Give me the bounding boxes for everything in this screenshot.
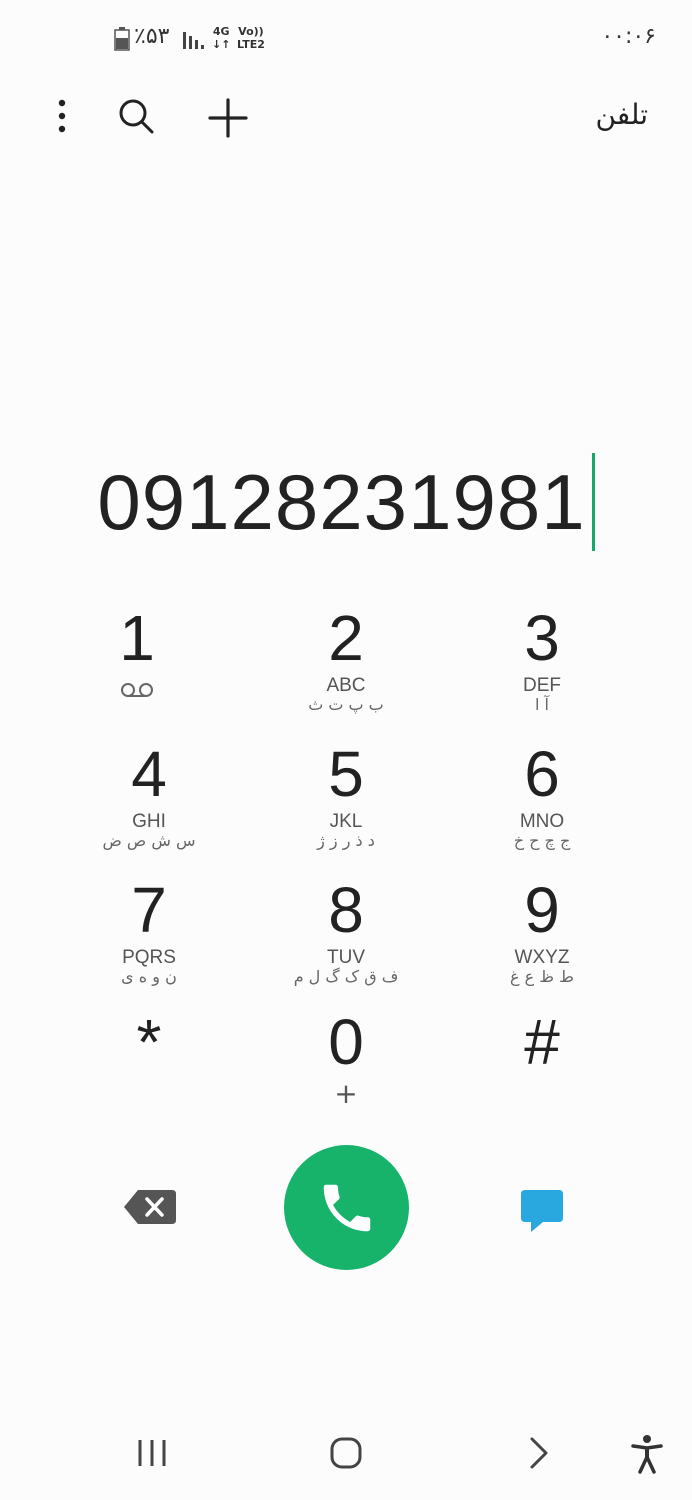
key-plus-label: + (334, 1077, 358, 1110)
network-type-indicator: 4G ↓↑ (212, 25, 231, 51)
back-icon[interactable] (527, 1436, 551, 1470)
volte-indicator: Vo)) LTE2 (237, 25, 265, 51)
key-digit: 3 (524, 602, 560, 674)
text-cursor (591, 453, 595, 551)
key-digit: 2 (328, 602, 364, 674)
accessibility-icon[interactable] (630, 1434, 664, 1474)
key-5[interactable]: 5 JKL د ذ ر ز ژ (261, 736, 431, 866)
call-icon (323, 1184, 370, 1231)
search-icon[interactable] (116, 96, 156, 136)
key-letters: JKL (329, 811, 363, 832)
key-6[interactable]: 6 MNO ج چ ح خ (457, 736, 627, 866)
key-star[interactable]: * (64, 1004, 234, 1134)
battery-icon (114, 27, 130, 51)
key-persian-letters: س ش ص ض (102, 831, 196, 850)
status-bar: ٪۵۳ 4G ↓↑ Vo)) LTE2 ۰۰:۰۶ (0, 0, 692, 80)
key-digit: 4 (131, 738, 167, 810)
more-options-icon[interactable] (46, 96, 78, 136)
key-letters: GHI (132, 811, 166, 832)
key-1[interactable]: 1 (52, 600, 222, 730)
key-persian-letters: آ ا (535, 695, 549, 714)
key-persian-letters: ج چ ح خ (513, 831, 571, 850)
app-title: تلفن (595, 98, 648, 131)
key-digit: 5 (328, 738, 364, 810)
key-7[interactable]: 7 PQRS ن و ه ی (64, 872, 234, 1002)
key-digit: 0 (328, 1006, 364, 1078)
key-digit: 8 (328, 874, 364, 946)
call-button[interactable] (284, 1145, 409, 1270)
add-icon[interactable] (206, 96, 250, 140)
key-persian-letters: ب پ ت ث (308, 695, 384, 714)
navigation-bar (0, 1410, 692, 1500)
key-letters: ABC (326, 675, 366, 696)
clock: ۰۰:۰۶ (601, 24, 656, 49)
number-display[interactable]: 09128231981 (40, 450, 652, 554)
key-digit: * (136, 1006, 162, 1078)
key-persian-letters: ف ق ک گ ل م (293, 967, 399, 986)
key-8[interactable]: 8 TUV ف ق ک گ ل م (261, 872, 431, 1002)
key-letters: WXYZ (514, 947, 570, 968)
top-app-bar: تلفن (0, 80, 692, 160)
key-persian-letters: د ذ ر ز ژ (317, 831, 375, 850)
key-persian-letters: ن و ه ی (121, 967, 177, 986)
key-hash[interactable]: # (457, 1004, 627, 1134)
voicemail-icon (121, 683, 153, 697)
key-persian-letters: ط ظ ع غ (510, 967, 574, 986)
message-icon[interactable] (519, 1188, 565, 1234)
key-9[interactable]: 9 WXYZ ط ظ ع غ (457, 872, 627, 1002)
key-letters: PQRS (122, 947, 176, 968)
recents-icon[interactable] (136, 1438, 168, 1468)
backspace-icon[interactable] (122, 1188, 178, 1226)
key-digit: 6 (524, 738, 560, 810)
key-letters: MNO (519, 811, 565, 832)
key-digit: 7 (131, 874, 167, 946)
key-3[interactable]: 3 DEF آ ا (457, 600, 627, 730)
key-4[interactable]: 4 GHI س ش ص ض (64, 736, 234, 866)
key-digit: 9 (524, 874, 560, 946)
key-digit: 1 (119, 602, 155, 674)
signal-icon (183, 32, 204, 49)
key-letters: DEF (523, 675, 561, 696)
key-digit: # (524, 1006, 560, 1078)
battery-percentage: ٪۵۳ (134, 24, 170, 49)
key-2[interactable]: 2 ABC ب پ ت ث (261, 600, 431, 730)
key-0[interactable]: 0 + (261, 1004, 431, 1134)
dialed-number[interactable]: 09128231981 (97, 457, 585, 548)
key-letters: TUV (327, 947, 365, 968)
home-icon[interactable] (329, 1436, 363, 1470)
